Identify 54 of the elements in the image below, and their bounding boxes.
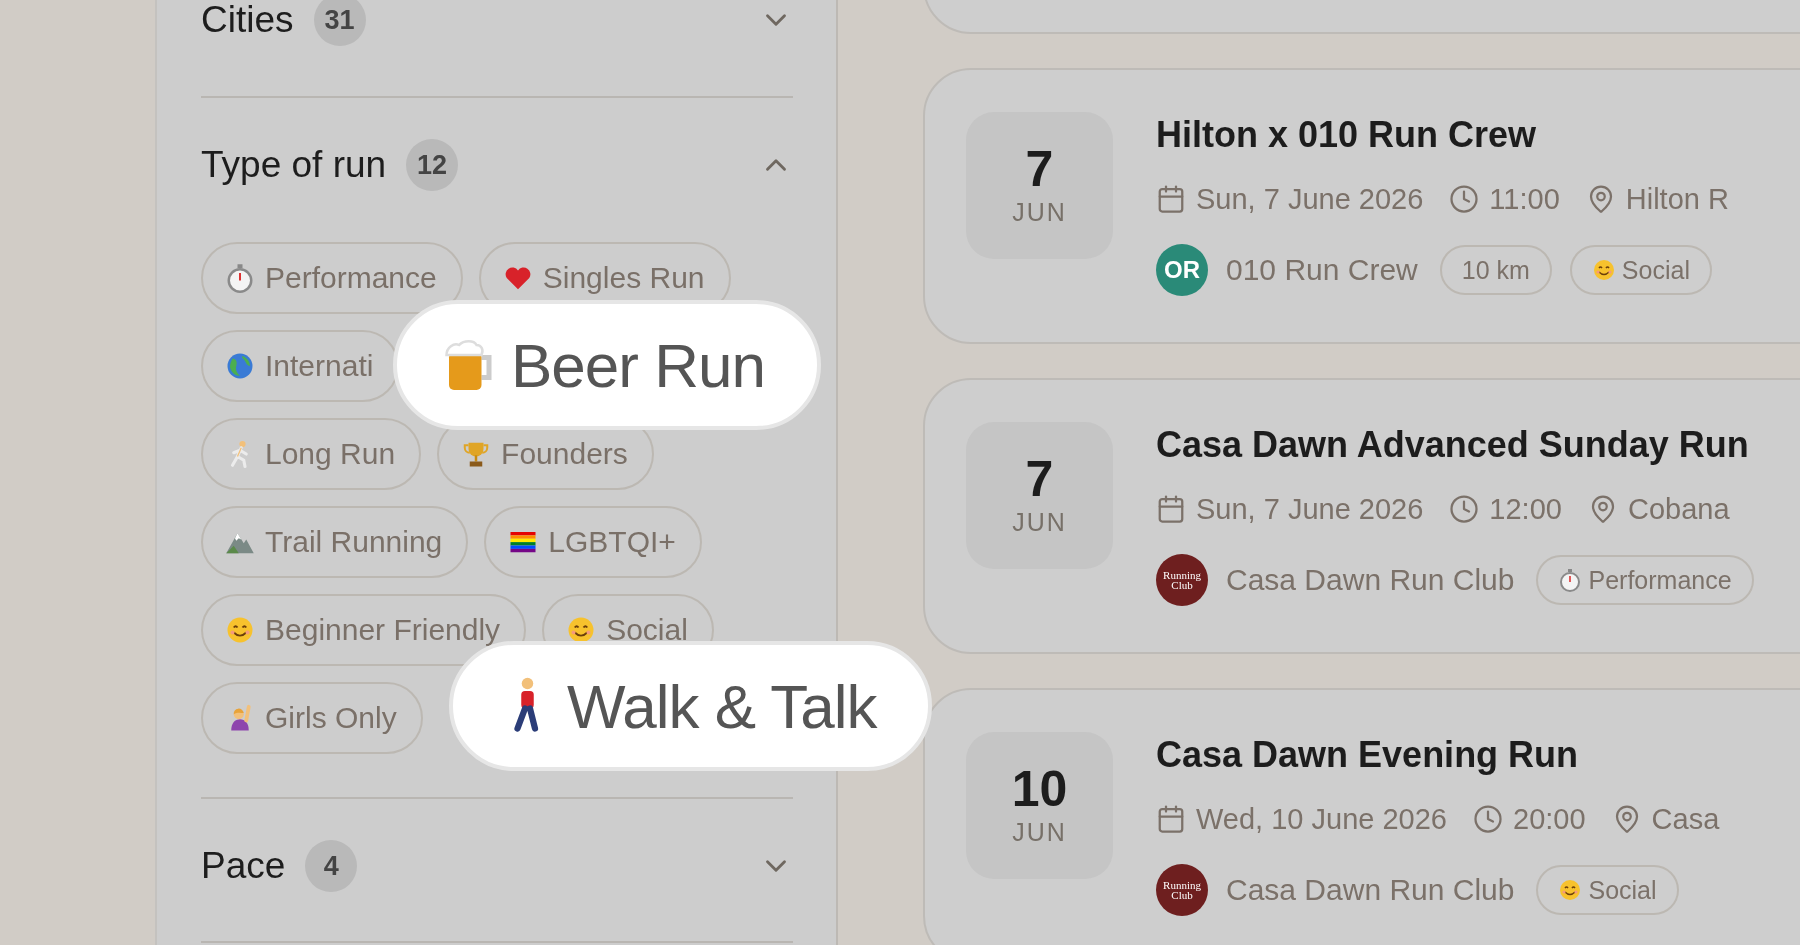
count-badge: 31 (313, 0, 366, 46)
event-date: Sun, 7 June 2026 (1196, 182, 1424, 216)
event-day: 7 (1025, 144, 1054, 194)
event-card[interactable]: 10 JUN Casa Dawn Evening Run Wed, 10 June 2026 20:00 Casa Running Club Casa Dawn Run Club Social (923, 688, 1800, 945)
organizer-name: 010 Run Crew (1226, 253, 1418, 287)
event-location: Casa (1651, 802, 1720, 836)
event-card[interactable]: 7 JUN Hilton x 010 Run Crew Sun, 7 June 2026 11:00 Hilton R OR 010 Run Crew 10 km Social (923, 68, 1800, 344)
event-time: 11:00 (1489, 182, 1560, 216)
event-title: Hilton x 010 Run Crew (1156, 113, 1538, 157)
clock-icon (1449, 184, 1480, 214)
event-day: 10 (1011, 764, 1068, 814)
count-badge: 4 (305, 840, 358, 892)
smiley-icon (1591, 258, 1616, 282)
event-month: JUN (1012, 818, 1067, 847)
smiley-icon (1558, 878, 1583, 902)
filter-chip[interactable]: Long Run (201, 418, 422, 490)
organizer-name: Casa Dawn Run Club (1226, 873, 1515, 907)
calendar-icon (1156, 494, 1186, 524)
clock-icon (1449, 494, 1480, 524)
filter-chip[interactable]: LGBTQI+ (484, 506, 702, 578)
stopwatch-icon (225, 263, 255, 293)
tag-chip: 10 km (1439, 245, 1552, 295)
event-location: Hilton R (1625, 182, 1729, 216)
event-time: 20:00 (1513, 802, 1586, 836)
event-month: JUN (1012, 508, 1067, 537)
chip-callout-tooltip[interactable]: Beer Run (393, 300, 821, 430)
count-badge: 12 (406, 139, 459, 191)
club-logo: Running Club (1156, 864, 1208, 916)
event-date: Wed, 10 June 2026 (1196, 802, 1447, 836)
stopwatch-icon (1558, 568, 1583, 592)
filter-section-title: Cities (201, 0, 294, 41)
filter-section-title: Pace (201, 845, 286, 887)
event-time: 12:00 (1489, 492, 1562, 526)
globe-icon (225, 351, 255, 381)
event-title: Casa Dawn Evening Run (1156, 733, 1580, 777)
tag-chip: Social (1569, 245, 1712, 295)
event-location: Cobana (1627, 492, 1730, 526)
tag-chip: Performance (1536, 555, 1754, 605)
event-day: 7 (1025, 454, 1054, 504)
event-title: Casa Dawn Advanced Sunday Run (1156, 423, 1750, 467)
organizer-avatar: OR (1156, 244, 1208, 296)
filter-chip[interactable]: Trail Running (201, 506, 469, 578)
organizer-name: Casa Dawn Run Club (1226, 563, 1515, 597)
calendar-icon (1156, 184, 1186, 214)
event-card[interactable]: 7 JUN Casa Dawn Advanced Sunday Run Sun, 7 June 2026 12:00 Cobana Running Club Casa Dawn Run Club Performance (923, 378, 1800, 654)
event-date: Sun, 7 June 2026 (1196, 492, 1424, 526)
event-month: JUN (1012, 198, 1067, 227)
club-logo: Running Club (1156, 554, 1208, 606)
filter-section-title: Type of run (201, 144, 387, 186)
clock-icon (1473, 804, 1503, 834)
filter-chip[interactable]: Girls Only (201, 682, 423, 754)
tag-chip: Social (1536, 865, 1679, 915)
smiley-icon (225, 615, 255, 645)
calendar-icon (1156, 804, 1186, 834)
